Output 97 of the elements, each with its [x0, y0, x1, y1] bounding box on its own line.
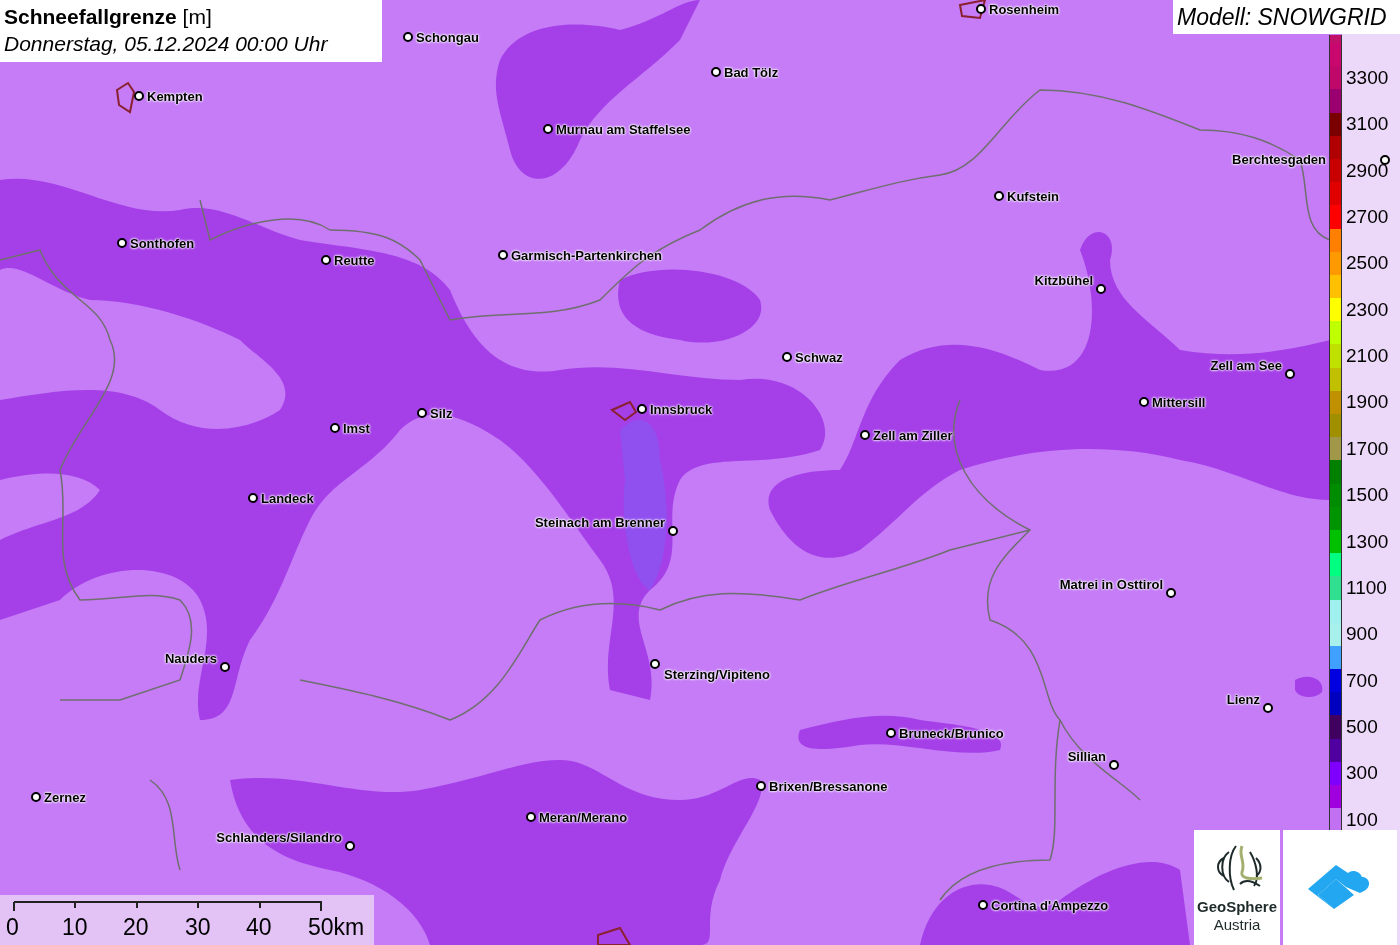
legend-label: 2500 — [1346, 253, 1389, 274]
city-label: Meran/Merano — [539, 810, 628, 825]
legend-label: 1700 — [1346, 438, 1389, 459]
city-marker-icon — [978, 900, 988, 910]
city-label: Reutte — [334, 253, 375, 268]
logo-text: GeoSphere — [1197, 898, 1277, 916]
city-marker-icon — [860, 430, 870, 440]
city-label: Nauders — [164, 651, 217, 666]
city-marker-icon — [330, 423, 340, 433]
city-marker-icon — [526, 812, 536, 822]
city-label: Silz — [430, 406, 453, 421]
city-marker-icon — [668, 526, 678, 536]
city-marker-icon — [1096, 284, 1106, 294]
city-label: Sillian — [1067, 749, 1106, 764]
scale-label: 40 — [246, 914, 272, 940]
legend-label: 2700 — [1346, 206, 1389, 227]
city-marker-icon — [976, 4, 986, 14]
city-marker-icon — [711, 67, 721, 77]
city-marker-icon — [248, 493, 258, 503]
city-marker-icon — [1166, 588, 1176, 598]
map-title: Schneefallgrenze [m] — [4, 4, 213, 30]
city-marker-icon — [417, 408, 427, 418]
map-date: Donnerstag, 05.12.2024 00:00 Uhr — [4, 31, 329, 57]
legend-label: 1500 — [1346, 485, 1389, 506]
scale-label: 0 — [6, 914, 19, 940]
city-label: Matrei in Osttirol — [1059, 577, 1163, 592]
city-marker-icon — [994, 191, 1004, 201]
city-marker-icon — [1380, 155, 1390, 165]
city-marker-icon — [782, 352, 792, 362]
city-label: Berchtesgaden — [1232, 152, 1326, 167]
city-label: Lienz — [1226, 692, 1260, 707]
city-marker-icon — [886, 728, 896, 738]
city-label: Schlanders/Silandro — [216, 830, 342, 845]
city-label: Garmisch-Partenkirchen — [511, 248, 662, 263]
city-marker-icon — [637, 404, 647, 414]
scale-label: 30 — [185, 914, 211, 940]
legend-label: 300 — [1346, 763, 1378, 784]
city-label: Brixen/Bressanone — [769, 779, 888, 794]
town-outline — [610, 400, 638, 422]
city-label: Steinach am Brenner — [534, 515, 665, 530]
city-label: Schongau — [416, 30, 479, 45]
city-marker-icon — [1109, 760, 1119, 770]
city-label: Sonthofen — [130, 236, 195, 251]
city-label: Sterzing/Vipiteno — [664, 667, 770, 682]
city-label: Kitzbühel — [1034, 273, 1093, 288]
city-marker-icon — [1285, 369, 1295, 379]
city-marker-icon — [1139, 397, 1149, 407]
city-label: Kufstein — [1007, 189, 1059, 204]
legend-label: 2100 — [1346, 346, 1389, 367]
city-marker-icon — [345, 841, 355, 851]
city-marker-icon — [756, 781, 766, 791]
legend-label: 900 — [1346, 624, 1378, 645]
legend-label: 2300 — [1346, 299, 1389, 320]
city-label: Murnau am Staffelsee — [556, 122, 691, 137]
city-marker-icon — [403, 32, 413, 42]
city-marker-icon — [117, 238, 127, 248]
city-label: Rosenheim — [989, 2, 1060, 17]
scale-label: 20 — [123, 914, 149, 940]
city-label: Schwaz — [795, 350, 843, 365]
scale-label: 50km — [308, 914, 365, 940]
city-marker-icon — [134, 91, 144, 101]
logo-subtext: Austria — [1213, 916, 1261, 934]
city-label: Bruneck/Brunico — [899, 726, 1004, 741]
city-marker-icon — [31, 792, 41, 802]
city-marker-icon — [1263, 703, 1273, 713]
city-marker-icon — [220, 662, 230, 672]
roof-cloud-icon — [1308, 864, 1372, 911]
city-label: Zell am See — [1210, 358, 1282, 373]
legend-label: 1900 — [1346, 392, 1389, 413]
legend-label: 1300 — [1346, 531, 1389, 552]
city-marker-icon — [543, 124, 553, 134]
city-label: Mittersill — [1152, 395, 1206, 410]
scale-label: 10 — [62, 914, 88, 940]
legend-label: 1100 — [1346, 577, 1387, 598]
city-marker-icon — [650, 659, 660, 669]
town-outline — [958, 0, 987, 20]
city-label: Innsbruck — [650, 402, 713, 417]
city-label: Imst — [343, 421, 370, 436]
legend-label: 3100 — [1346, 114, 1389, 135]
model-label: Modell: SNOWGRID — [1173, 0, 1400, 34]
legend-label: 3300 — [1346, 67, 1389, 88]
legend-label: 2900 — [1346, 160, 1389, 181]
legend-label: 100 — [1346, 809, 1378, 830]
city-label: Bad Tölz — [724, 65, 779, 80]
scale-bar-icon — [13, 900, 323, 912]
city-label: Kempten — [147, 89, 203, 104]
city-label: Zell am Ziller — [873, 428, 953, 443]
legend-label: 500 — [1346, 717, 1378, 738]
city-label: Zernez — [44, 790, 86, 805]
city-marker-icon — [321, 255, 331, 265]
legend-label: 700 — [1346, 670, 1378, 691]
town-outline — [597, 926, 632, 945]
city-label: Landeck — [261, 491, 314, 506]
snowline-area — [1295, 676, 1323, 698]
city-marker-icon — [498, 250, 508, 260]
town-outline — [115, 81, 136, 114]
city-label: Cortina d'Ampezzo — [991, 898, 1109, 913]
